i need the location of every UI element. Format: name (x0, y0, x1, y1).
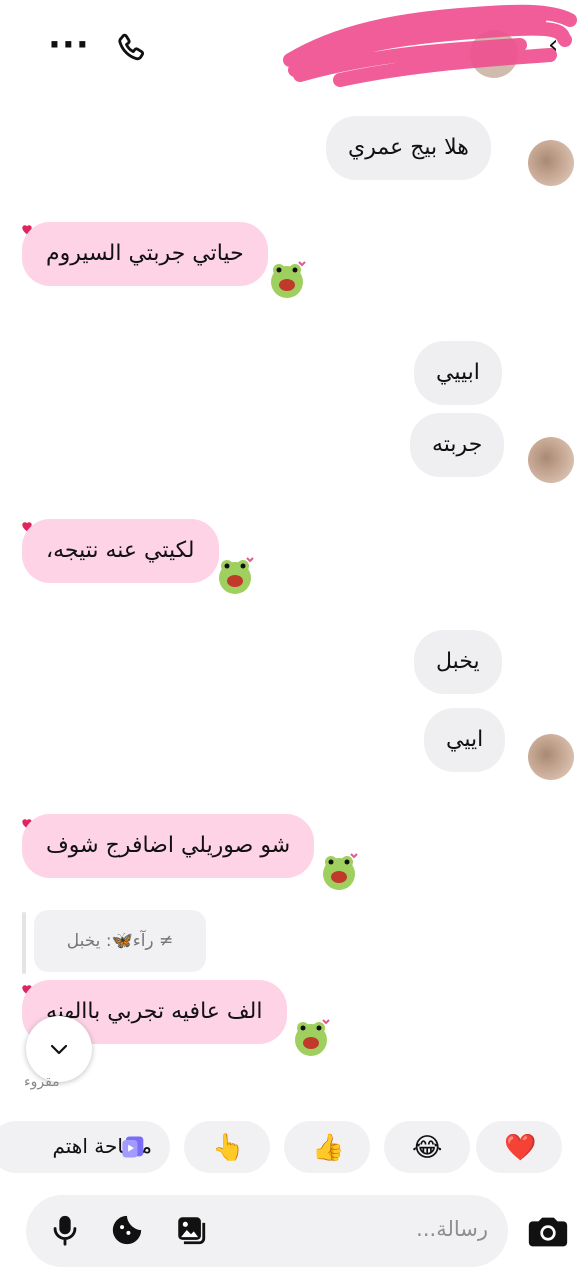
message-text: ابييي (436, 360, 480, 385)
message-bubble-outgoing[interactable]: لكيتي عنه نتيجه، (22, 519, 219, 583)
reaction-chip-pointing[interactable]: 👆 (184, 1121, 270, 1173)
contact-avatar-small[interactable] (528, 140, 574, 186)
reply-preview-text: ≠ رآء🦋: يخبل (66, 931, 174, 951)
frog-sticker-icon (219, 557, 254, 594)
contact-avatar-small[interactable] (528, 734, 574, 780)
reply-indicator-bar (22, 912, 26, 974)
reply-preview[interactable]: ≠ رآء🦋: يخبل (34, 910, 206, 972)
media-space-icon (122, 1136, 144, 1158)
message-text: لكيتي عنه نتيجه، (46, 538, 195, 563)
chevron-down-icon (50, 1044, 68, 1055)
quick-action-chip[interactable]: مساحة اهتم (0, 1121, 170, 1173)
message-bubble-incoming[interactable]: ابييي (414, 341, 502, 405)
phone-icon[interactable] (113, 30, 151, 68)
reaction-chip-laugh[interactable]: 😂 (384, 1121, 470, 1173)
message-bubble-outgoing[interactable]: حياتي جربتي السيروم (22, 222, 268, 286)
message-text: جربته (432, 432, 483, 457)
message-bubble-incoming[interactable]: اييي (424, 708, 506, 772)
message-text: الف عافيه تجربي باالهنه (46, 999, 263, 1024)
chat-header: ··· ‹ (0, 0, 585, 100)
microphone-icon[interactable] (48, 1213, 82, 1247)
message-text: هلا بيج عمري (348, 135, 469, 160)
message-text: شو صوريلي اضافرج شوف (46, 833, 291, 858)
redaction-scribble (283, 4, 577, 87)
sticker-icon[interactable] (110, 1213, 144, 1247)
scroll-to-bottom-button[interactable] (26, 1016, 92, 1082)
contact-avatar-small[interactable] (528, 437, 574, 483)
frog-sticker-icon (323, 853, 358, 890)
message-text: حياتي جربتي السيروم (46, 241, 244, 266)
message-composer[interactable]: رسالة... (26, 1195, 508, 1267)
message-input[interactable]: رسالة... (416, 1217, 488, 1241)
reaction-chip-heart[interactable]: ❤️ (476, 1121, 562, 1173)
message-bubble-incoming[interactable]: يخبل (414, 630, 502, 694)
pointing-up-icon: 👆 (212, 1133, 245, 1163)
heart-icon: ❤️ (504, 1133, 537, 1163)
thumbs-up-icon: 👍 (312, 1133, 345, 1163)
frog-sticker-icon (295, 1019, 330, 1056)
frog-sticker-icon (271, 261, 306, 298)
gallery-icon[interactable] (174, 1213, 208, 1247)
message-text: اييي (446, 727, 484, 752)
seen-status: مقروء (24, 1074, 60, 1090)
message-text: يخبل (436, 649, 480, 674)
camera-icon[interactable] (525, 1208, 571, 1254)
message-bubble-incoming[interactable]: هلا بيج عمري (326, 116, 491, 180)
reaction-chip-thumbs-up[interactable]: 👍 (284, 1121, 370, 1173)
message-bubble-incoming[interactable]: جربته (410, 413, 505, 477)
more-options-icon[interactable]: ··· (48, 28, 90, 62)
message-bubble-outgoing[interactable]: شو صوريلي اضافرج شوف (22, 814, 315, 878)
laughing-face-icon: 😂 (412, 1133, 443, 1163)
